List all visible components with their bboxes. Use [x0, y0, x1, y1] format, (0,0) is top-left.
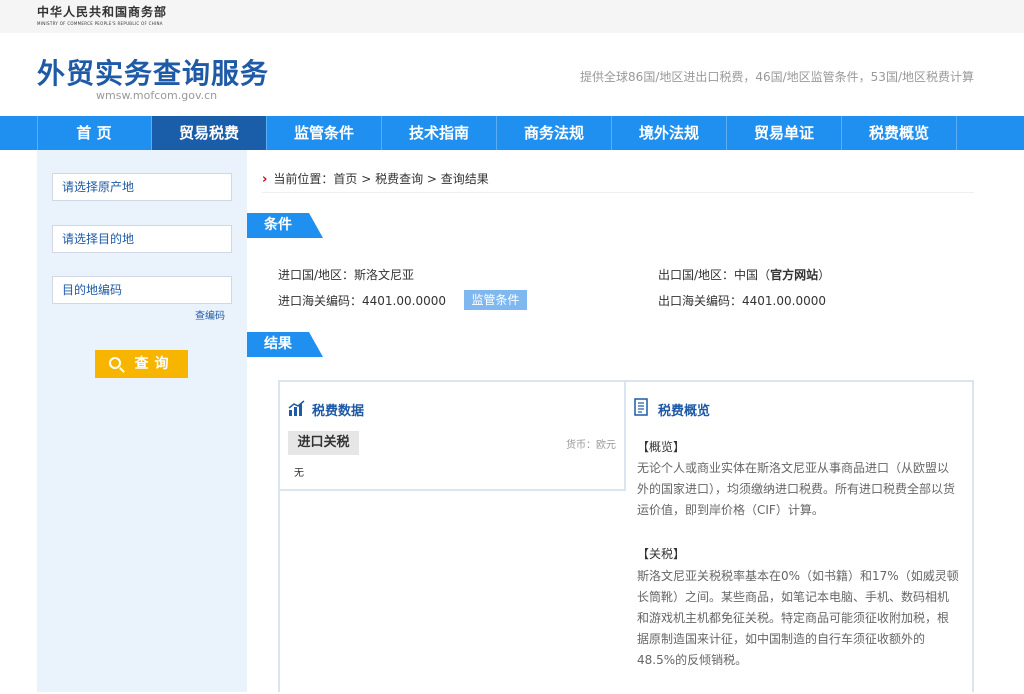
site-slogan: 提供全球86国/地区进出口税费，46国/地区监管条件，53国/地区税费计算: [580, 70, 974, 84]
query-button[interactable]: 查询: [95, 350, 188, 378]
ministry-name-cn: 中华人民共和国商务部: [37, 5, 168, 19]
query-sidebar: 请选择原产地 请选择目的地 目的地编码 查编码 查询: [37, 150, 247, 692]
nav-item-foreign-law[interactable]: 境外法规: [612, 116, 727, 150]
origin-select[interactable]: 请选择原产地: [52, 173, 232, 201]
import-country-label: 进口国/地区：: [278, 268, 355, 282]
breadcrumb-label: 当前位置：: [273, 172, 334, 186]
breadcrumb-tax-query[interactable]: 税费查询: [375, 172, 423, 186]
tax-data-panel: 税费数据 进口关税 货币：欧元 无: [280, 382, 626, 491]
conditions-section-title: 条件: [247, 213, 323, 238]
import-hs-code: 进口海关编码：4401.00.0000: [278, 292, 446, 309]
destination-select[interactable]: 请选择目的地: [52, 225, 232, 253]
site-title[interactable]: 外贸实务查询服务: [37, 52, 269, 92]
results-section-title: 结果: [247, 332, 323, 357]
tariff-text: 斯洛文尼亚关税税率基本在0%（如书籍）和17%（如威灵顿长筒靴）之间。某些商品，…: [637, 569, 959, 667]
nav-item-tax-overview[interactable]: 税费概览: [842, 116, 957, 150]
export-hs-code: 出口海关编码：4401.00.0000: [658, 292, 826, 309]
tax-data-title: 税费数据: [312, 404, 365, 419]
ministry-bar: 中华人民共和国商务部 MINISTRY OF COMMERCE PEOPLE'S…: [0, 0, 1024, 33]
export-country-label: 出口国/地区：: [658, 268, 735, 282]
regulation-button[interactable]: 监管条件: [464, 290, 527, 310]
nav-item-trade-docs[interactable]: 贸易单证: [727, 116, 842, 150]
ministry-name-en: MINISTRY OF COMMERCE PEOPLE'S REPUBLIC O…: [37, 21, 163, 26]
overview-heading: 【概览】: [637, 440, 686, 454]
destination-code-input[interactable]: 目的地编码: [52, 276, 232, 304]
nav-item-regulation[interactable]: 监管条件: [267, 116, 382, 150]
currency-label: 货币：欧元: [566, 440, 616, 451]
nav-item-commerce-law[interactable]: 商务法规: [497, 116, 612, 150]
breadcrumb-sep: >: [357, 172, 376, 186]
breadcrumb-home[interactable]: 首页: [333, 172, 357, 186]
document-icon: [634, 398, 648, 416]
divider: [262, 192, 974, 193]
tariff-heading: 【关税】: [637, 547, 686, 561]
overview-text: 无论个人或商业实体在斯洛文尼亚从事商品进口（从欧盟以外的国家进口），均须缴纳进口…: [637, 461, 956, 517]
breadcrumb: › 当前位置：首页 > 税费查询 > 查询结果: [262, 170, 489, 187]
export-country-value: 中国: [734, 268, 759, 282]
nav-item-trade-tax[interactable]: 贸易税费: [152, 116, 267, 150]
chevron-right-icon: ›: [262, 172, 268, 187]
site-header: 外贸实务查询服务 wmsw.mofcom.gov.cn 提供全球86国/地区进出…: [0, 33, 1024, 116]
nav-item-tech-guide[interactable]: 技术指南: [382, 116, 497, 150]
breadcrumb-current: 查询结果: [440, 172, 489, 186]
lookup-code-link[interactable]: 查编码: [195, 307, 225, 322]
ministry-logo[interactable]: 中华人民共和国商务部 MINISTRY OF COMMERCE PEOPLE'S…: [37, 3, 167, 26]
query-button-label: 查询: [134, 356, 175, 372]
import-duty-value: 无: [294, 468, 304, 479]
export-hs-label: 出口海关编码：: [658, 294, 743, 308]
export-country: 出口国/地区：中国（官方网站）: [658, 268, 831, 282]
import-hs-label: 进口海关编码：: [278, 294, 363, 308]
site-domain: wmsw.mofcom.gov.cn: [96, 89, 218, 102]
official-site-link[interactable]: 官方网站: [770, 268, 818, 282]
import-country: 进口国/地区：斯洛文尼亚: [278, 266, 414, 283]
export-hs-value: 4401.00.0000: [742, 294, 826, 308]
tax-overview-panel: 税费概览 【概览】 无论个人或商业实体在斯洛文尼亚从事商品进口（从欧盟以外的国家…: [626, 382, 972, 694]
import-hs-value: 4401.00.0000: [362, 294, 446, 308]
tab-import-duty[interactable]: 进口关税: [288, 431, 359, 455]
main-nav: 首 页 贸易税费 监管条件 技术指南 商务法规 境外法规 贸易单证 税费概览: [0, 116, 1024, 150]
bar-chart-icon: [288, 400, 305, 416]
nav-item-home[interactable]: 首 页: [37, 116, 152, 150]
import-country-value: 斯洛文尼亚: [354, 268, 415, 282]
tax-overview-title: 税费概览: [658, 404, 711, 419]
search-icon: [108, 357, 121, 369]
breadcrumb-sep: >: [423, 172, 441, 186]
results-panel: 税费数据 进口关税 货币：欧元 无 税费概览 【概览】 无论个人或商业实体在斯洛…: [278, 380, 974, 692]
main-content: › 当前位置：首页 > 税费查询 > 查询结果 条件 进口国/地区：斯洛文尼亚 进…: [247, 150, 1024, 692]
